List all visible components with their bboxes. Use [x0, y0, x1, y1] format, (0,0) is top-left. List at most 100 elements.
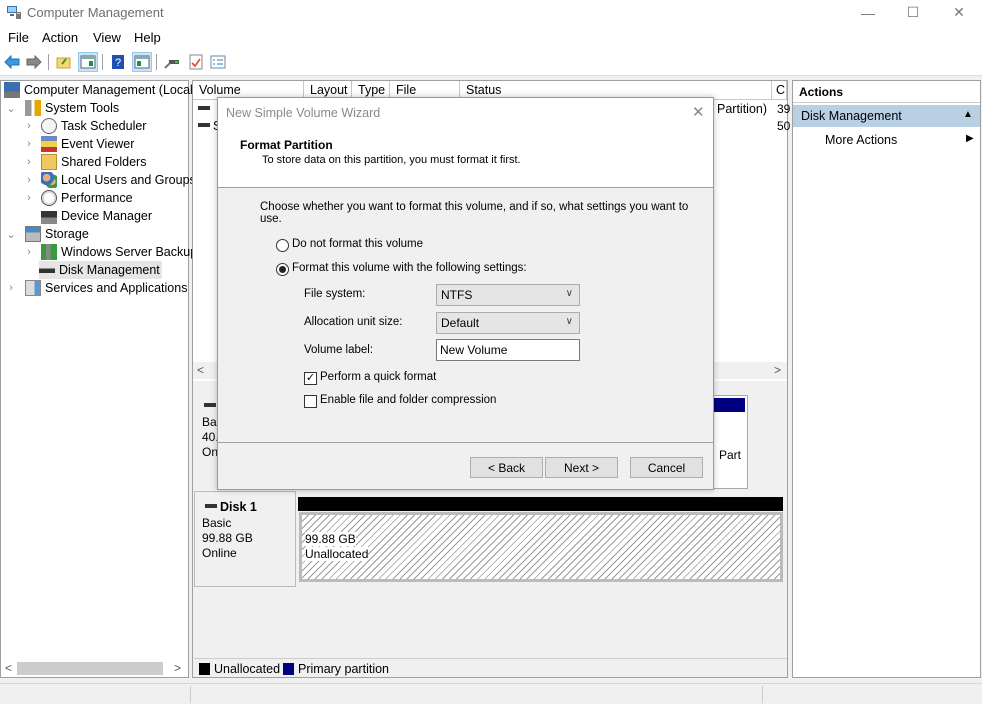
tree-item-local-users-groups[interactable]: › Local Users and Groups [23, 171, 196, 189]
scroll-left-icon[interactable]: < [5, 661, 12, 675]
menu-action[interactable]: Action [42, 30, 78, 45]
tree-item-label: Computer Management (Local [24, 83, 193, 97]
volume-drive-icon [198, 123, 210, 127]
allocation-unit-size-dropdown[interactable]: Default ∨ [436, 312, 580, 334]
maximize-button[interactable]: ☐ [890, 0, 936, 25]
menu-file[interactable]: File [8, 30, 29, 45]
show-hide-console-tree-button[interactable] [78, 52, 98, 72]
disk-icon [205, 504, 217, 508]
volume-label-label: Volume label: [304, 344, 374, 356]
file-system-dropdown[interactable]: NTFS ∨ [436, 284, 580, 306]
close-button[interactable]: ✕ [936, 0, 982, 25]
tree-item-system-tools[interactable]: ⌄ System Tools [5, 99, 119, 117]
performance-icon [41, 190, 57, 206]
file-system-value: NTFS [441, 288, 473, 302]
tree-item-label: Performance [61, 191, 133, 205]
scrollbar-thumb[interactable] [17, 662, 163, 675]
disk1-size: 99.88 GB [202, 531, 253, 545]
window-title: Computer Management [27, 5, 164, 20]
tree-item-label: Local Users and Groups [61, 173, 196, 187]
next-button[interactable]: Next > [545, 457, 618, 478]
radio-label-format-volume[interactable]: Format this volume with the following se… [292, 262, 527, 274]
chevron-down-icon: ∨ [565, 288, 573, 299]
minimize-button[interactable]: — [845, 0, 891, 25]
clock-icon [41, 118, 57, 134]
compression-checkbox[interactable] [304, 395, 317, 408]
scroll-left-icon[interactable]: < [197, 363, 204, 377]
disk1-name: Disk 1 [220, 500, 257, 514]
volume-label-input[interactable] [436, 339, 580, 361]
menu-view[interactable]: View [93, 30, 121, 45]
tree-root[interactable]: Computer Management (Local [4, 81, 193, 99]
tools-icon [25, 100, 41, 116]
unallocated-partition[interactable]: 99.88 GB Unallocated [299, 512, 783, 582]
close-icon: ✕ [953, 4, 965, 20]
tree-item-event-viewer[interactable]: › Event Viewer [23, 135, 134, 153]
back-button[interactable]: < Back [470, 457, 543, 478]
maximize-icon: ☐ [906, 4, 920, 20]
wizard-instruction: Choose whether you want to format this v… [260, 201, 689, 225]
chevron-right-icon[interactable]: › [23, 156, 35, 168]
tree-item-performance[interactable]: › Performance [23, 189, 133, 207]
chevron-down-icon: ∨ [565, 316, 573, 327]
tree-item-services-applications[interactable]: › Services and Applications [5, 279, 187, 297]
toolbar: ? [0, 49, 982, 76]
toolbar-separator [102, 54, 103, 70]
tree-item-device-manager[interactable]: Device Manager [23, 207, 152, 225]
legend-swatch-unallocated [199, 663, 210, 675]
scroll-right-icon[interactable]: > [774, 363, 781, 377]
status-divider [762, 686, 763, 703]
legend: Unallocated Primary partition [194, 658, 787, 677]
tree-item-task-scheduler[interactable]: › Task Scheduler [23, 117, 146, 135]
actions-pane: Actions Disk Management ▲ More Actions ▶ [792, 80, 981, 678]
tree-item-storage[interactable]: ⌄ Storage [5, 225, 89, 243]
back-button[interactable] [2, 52, 22, 72]
connect-button[interactable] [162, 52, 182, 72]
help-button[interactable]: ? [108, 52, 128, 72]
tree-item-disk-management[interactable]: Disk Management [39, 261, 162, 279]
tree-item-shared-folders[interactable]: › Shared Folders [23, 153, 146, 171]
status-cell: Partition) [717, 102, 768, 116]
cancel-button[interactable]: Cancel [630, 457, 703, 478]
tree-item-label: Shared Folders [61, 155, 147, 169]
capacity-cell: 50 [777, 119, 791, 133]
actions-section-disk-management[interactable]: Disk Management ▲ [793, 105, 980, 127]
radio-format-volume[interactable] [276, 263, 289, 276]
chevron-right-icon[interactable]: › [23, 246, 35, 258]
compression-label[interactable]: Enable file and folder compression [320, 394, 496, 406]
quick-format-checkbox[interactable]: ✓ [304, 372, 317, 385]
disk1-info[interactable]: Disk 1 Basic 99.88 GB Online [194, 491, 296, 587]
partition-label: Unallocated [305, 547, 369, 561]
radio-do-not-format[interactable] [276, 239, 289, 252]
column-header-capacity[interactable]: C [772, 81, 787, 100]
properties-button[interactable] [208, 52, 228, 72]
disk0-partition[interactable]: Part [712, 395, 748, 489]
chevron-right-icon[interactable]: › [23, 174, 35, 186]
chevron-right-icon[interactable]: › [23, 138, 35, 150]
section-label: Disk Management [801, 109, 902, 123]
menu-help[interactable]: Help [134, 30, 161, 45]
quick-format-label[interactable]: Perform a quick format [320, 371, 436, 383]
chevron-right-icon[interactable]: › [5, 282, 17, 294]
dialog-title: New Simple Volume Wizard [226, 106, 381, 120]
volume-drive-icon [198, 106, 210, 110]
forward-button[interactable] [24, 52, 44, 72]
show-hide-action-pane-button[interactable] [132, 52, 152, 72]
chevron-down-icon[interactable]: ⌄ [5, 102, 17, 115]
action-more-actions[interactable]: More Actions ▶ [793, 129, 980, 151]
check-button[interactable] [186, 52, 206, 72]
tree-horizontal-scrollbar[interactable]: < > [1, 660, 187, 677]
disk-icon [204, 403, 216, 407]
collapse-up-icon[interactable]: ▲ [963, 109, 973, 120]
disk-management-icon [39, 262, 55, 278]
up-one-level-button[interactable] [54, 52, 74, 72]
chevron-right-icon[interactable]: › [23, 192, 35, 204]
chevron-down-icon[interactable]: ⌄ [5, 228, 17, 241]
tree-item-windows-server-backup[interactable]: › Windows Server Backup [23, 243, 197, 261]
chevron-right-icon[interactable]: › [23, 120, 35, 132]
close-icon[interactable]: ✕ [692, 103, 705, 121]
properties-icon [210, 55, 226, 69]
action-label: More Actions [825, 133, 898, 147]
scroll-right-icon[interactable]: > [174, 661, 181, 675]
radio-label-do-not-format[interactable]: Do not format this volume [292, 238, 423, 250]
